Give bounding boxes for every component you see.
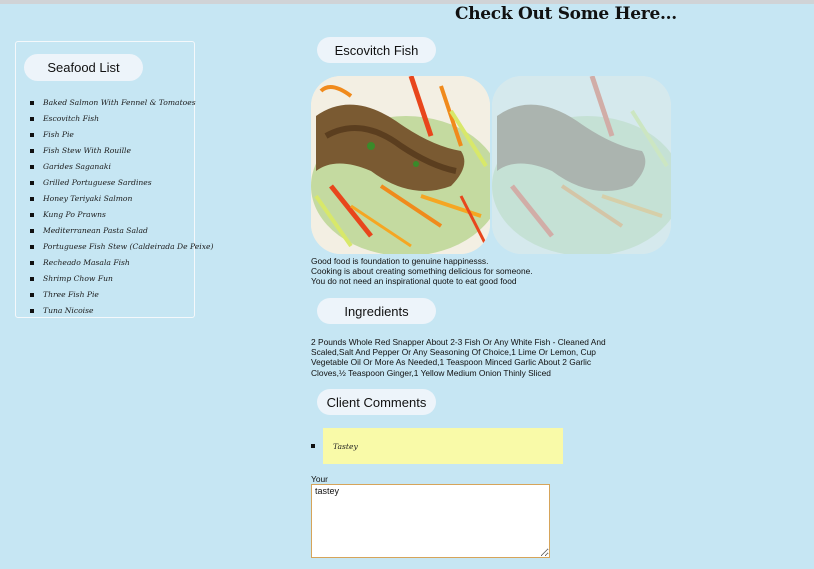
seafood-item-grilled-sardines[interactable]: Grilled Portuguese Sardines (30, 175, 213, 191)
seafood-item-recheado-masala[interactable]: Recheado Masala Fish (30, 255, 213, 271)
fish-dish-illustration (311, 76, 490, 254)
quote-line: Good food is foundation to genuine happi… (311, 256, 489, 266)
quote-line: Cooking is about creating something deli… (311, 266, 533, 276)
ingredients-text: 2 Pounds Whole Red Snapper About 2-3 Fis… (311, 337, 606, 378)
seafood-list-heading: Seafood List (24, 54, 143, 81)
dish-image-faded (492, 76, 671, 254)
recipe-title: Escovitch Fish (317, 37, 436, 63)
food-quotes: Good food is foundation to genuine happi… (311, 256, 611, 286)
comment-bullet (311, 444, 315, 448)
ingredients-heading: Ingredients (317, 298, 436, 324)
client-comments-heading: Client Comments (317, 389, 436, 415)
seafood-item-tuna-nicoise[interactable]: Tuna Nicoise (30, 303, 213, 319)
seafood-item-baked-salmon[interactable]: Baked Salmon With Fennel & Tomatoes (30, 95, 213, 111)
seafood-item-pasta-salad[interactable]: Mediterranean Pasta Salad (30, 223, 213, 239)
seafood-item-fish-pie[interactable]: Fish Pie (30, 127, 213, 143)
seafood-item-portuguese-fish-stew[interactable]: Portuguese Fish Stew (Caldeirada De Peix… (30, 239, 213, 255)
quote-line: You do not need an inspirational quote t… (311, 276, 517, 286)
fish-dish-illustration-faded (492, 76, 671, 254)
seafood-list: Baked Salmon With Fennel & Tomatoes Esco… (30, 95, 213, 319)
seafood-item-three-fish-pie[interactable]: Three Fish Pie (30, 287, 213, 303)
comment-textarea[interactable]: tastey (311, 484, 550, 558)
page-title: Check Out Some Here... (455, 4, 677, 24)
seafood-item-fish-stew[interactable]: Fish Stew With Rouille (30, 143, 213, 159)
seafood-item-kung-po-prawns[interactable]: Kung Po Prawns (30, 207, 213, 223)
seafood-item-garides-saganaki[interactable]: Garides Saganaki (30, 159, 213, 175)
dish-image (311, 76, 490, 254)
seafood-item-escovitch-fish[interactable]: Escovitch Fish (30, 111, 213, 127)
seafood-item-shrimp-chow-fun[interactable]: Shrimp Chow Fun (30, 271, 213, 287)
seafood-sidebar: Seafood List Baked Salmon With Fennel & … (15, 41, 213, 318)
comment-item: Tastey (323, 428, 563, 464)
seafood-item-teriyaki-salmon[interactable]: Honey Teriyaki Salmon (30, 191, 213, 207)
